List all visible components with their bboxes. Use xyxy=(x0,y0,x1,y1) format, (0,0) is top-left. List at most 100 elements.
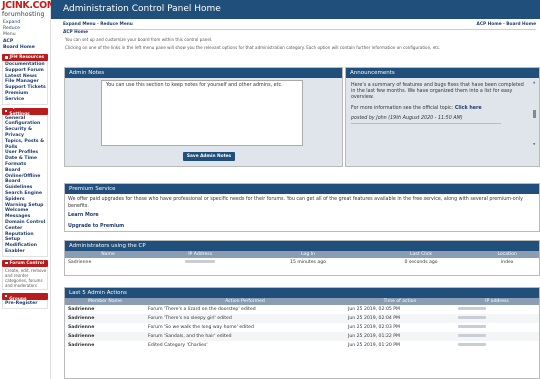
learn-more-link[interactable]: Learn More xyxy=(68,210,536,221)
admin-notes-title: Admin Notes xyxy=(65,68,342,78)
admins-title: Administrators using the CP xyxy=(65,241,539,251)
table-row: Sadrienne Forum 'There's a lizard on the… xyxy=(65,305,539,314)
redacted-ip xyxy=(458,325,486,328)
sidebar-item-welcome-messages[interactable]: Welcome Messages xyxy=(3,208,47,220)
scrollbar-thumb[interactable] xyxy=(533,110,536,118)
announcements-title: Announcements xyxy=(346,68,539,78)
action-member[interactable]: Sadrienne xyxy=(65,305,145,314)
system-settings-header[interactable]: System Settings xyxy=(2,105,48,117)
table-row: Sadrienne Forum 'So we walk the long way… xyxy=(65,323,539,332)
forum-control-header[interactable]: Forum Control xyxy=(2,259,48,267)
system-settings-list: General Configuration Security & Privacy… xyxy=(2,114,48,257)
redacted-ip xyxy=(458,334,486,337)
table-header: Member Name Action Performed Time of act… xyxy=(65,298,539,305)
bullet-icon xyxy=(5,56,8,59)
sidebar-item-reputation-setup[interactable]: Reputation Setup xyxy=(3,232,47,244)
action-text: Forum 'There's a lizard on the doorstep'… xyxy=(145,305,345,314)
more-info-text: For more information see the official to… xyxy=(351,105,454,111)
logo[interactable]: JCINK.COM forumhosting xyxy=(0,0,56,20)
sidebar-item-premium-service[interactable]: Premium Service xyxy=(3,91,47,103)
sidebar-item-topics-posts-polls[interactable]: Topics, Posts & Polls xyxy=(3,139,47,151)
action-member[interactable]: Sadrienne xyxy=(65,323,145,332)
redacted-ip xyxy=(458,307,486,310)
action-ip xyxy=(455,305,539,314)
sidebar-item-board-guidelines[interactable]: Board Guidelines xyxy=(3,179,47,191)
sidebar: JCINK.COM forumhosting Expand Reduce Men… xyxy=(0,0,56,379)
premium-title: Premium Service xyxy=(65,184,539,194)
table-row: Sadrienne Forum 'There's no sleepy girl'… xyxy=(65,314,539,323)
action-time: Jun 25 2019, 01:20 PM xyxy=(345,341,455,350)
premium-service-panel: Premium Service We offer paid upgrades f… xyxy=(64,183,540,232)
admin-name[interactable]: Sadrienne xyxy=(65,258,152,267)
col-member: Member Name xyxy=(65,298,145,305)
forum-control-text: Create, edit, remove and reorder categor… xyxy=(5,267,47,288)
table-row: Sadrienne Forum 'Sandals, and the hair' … xyxy=(65,332,539,341)
action-text: Edited Category 'Charlies' xyxy=(145,341,345,350)
col-ip: IP Address xyxy=(151,251,250,258)
admins-table: Name IP Address Log In Last Click Locati… xyxy=(65,251,539,267)
admin-last-click: 0 seconds ago xyxy=(366,258,476,267)
actions-table: Member Name Action Performed Time of act… xyxy=(65,298,539,350)
admin-login: 15 minutes ago xyxy=(249,258,367,267)
bullet-icon xyxy=(5,109,8,113)
announcement-summary: Here's a summary of features and bugs fi… xyxy=(351,83,524,101)
sidebar-item-documentation[interactable]: Documentation xyxy=(3,62,47,68)
sidebar-item-date-time-formats[interactable]: Date & Time Formats xyxy=(3,156,47,168)
board-home-link[interactable]: Board Home xyxy=(0,45,50,51)
action-text: Forum 'There's no sleepy girl' edited xyxy=(145,314,345,323)
sidebar-item-security-privacy[interactable]: Security & Privacy xyxy=(3,127,47,139)
action-member[interactable]: Sadrienne xyxy=(65,341,145,350)
col-ip: IP address xyxy=(455,298,539,305)
divider xyxy=(351,122,501,124)
sidebar-item-support-forum[interactable]: Support Forum xyxy=(3,68,47,74)
sidebar-top-links: Expand Reduce Menu ACP Board Home xyxy=(0,20,50,51)
click-here-link[interactable]: Click here xyxy=(455,106,482,111)
col-name: Name xyxy=(65,251,152,258)
sidebar-item-modification-enabler[interactable]: Modification Enabler xyxy=(3,243,47,255)
col-last-click: Last Click xyxy=(366,251,476,258)
scroll-up-icon[interactable]: ▲ xyxy=(533,80,536,84)
jfh-resources-header[interactable]: JFH Resources xyxy=(2,54,48,62)
col-login: Log In xyxy=(249,251,367,258)
intro-line-1: You can set up and customize your board … xyxy=(65,37,213,42)
action-text: Forum 'Sandals, and the hair' edited xyxy=(145,332,345,341)
action-member[interactable]: Sadrienne xyxy=(65,332,145,341)
forum-control-body: Create, edit, remove and reorder categor… xyxy=(2,266,48,290)
action-ip xyxy=(455,314,539,323)
upgrade-premium-link[interactable]: Upgrade to Premium xyxy=(68,221,536,232)
action-text: Forum 'So we walk the long way home' edi… xyxy=(145,323,345,332)
actions-title: Last 5 Admin Actions xyxy=(65,288,539,298)
bullet-icon xyxy=(5,261,8,265)
expand-reduce-menu-link[interactable]: Expand Menu · Reduce Menu xyxy=(63,21,133,29)
sidebar-item-domain-control-center[interactable]: Domain Control Center xyxy=(3,220,47,232)
table-header: Name IP Address Log In Last Click Locati… xyxy=(65,251,539,258)
redacted-ip xyxy=(458,316,486,319)
jfh-resources-list: Documentation Support Forum Latest News … xyxy=(2,61,48,105)
announcements-body[interactable]: Here's a summary of features and bugs fi… xyxy=(347,79,538,166)
table-row: Sadrienne Edited Category 'Charlies' Jun… xyxy=(65,341,539,350)
save-admin-notes-button[interactable]: Save Admin Notes xyxy=(183,152,235,161)
announcements-panel: Announcements Here's a summary of featur… xyxy=(345,67,540,167)
redacted-ip xyxy=(458,343,486,346)
action-time: Jun 25 2019, 01:22 PM xyxy=(345,332,455,341)
admin-location: index xyxy=(475,258,539,267)
sidebar-item-board-online-offline[interactable]: Board Online/Offline xyxy=(3,168,47,180)
logo-line2: forumhosting xyxy=(2,11,45,18)
acp-board-home-link[interactable]: ACP Home · Board Home xyxy=(477,21,536,29)
announcements-scrollbar[interactable]: ▲ ▼ xyxy=(533,80,536,146)
admin-notes-textarea[interactable]: You can use this section to keep notes f… xyxy=(101,80,303,146)
col-time: Time of action xyxy=(345,298,455,305)
action-member[interactable]: Sadrienne xyxy=(65,314,145,323)
admin-ip xyxy=(151,258,250,267)
table-row: Sadrienne 15 minutes ago 0 seconds ago i… xyxy=(65,258,539,267)
action-time: Jun 25 2019, 02:05 PM xyxy=(345,305,455,314)
sidebar-item-search-engine-spiders[interactable]: Search Engine Spiders xyxy=(3,191,47,203)
admins-panel: Administrators using the CP Name IP Addr… xyxy=(64,240,540,276)
action-ip xyxy=(455,323,539,332)
scroll-down-icon[interactable]: ▼ xyxy=(533,142,536,146)
sub-navigation: Expand Menu · Reduce Menu ACP Home · Boa… xyxy=(51,21,540,29)
col-action: Action Performed xyxy=(145,298,345,305)
redacted-ip xyxy=(185,260,216,263)
users-groups-header[interactable]: Users and Groups xyxy=(2,290,48,302)
action-ip xyxy=(455,332,539,341)
